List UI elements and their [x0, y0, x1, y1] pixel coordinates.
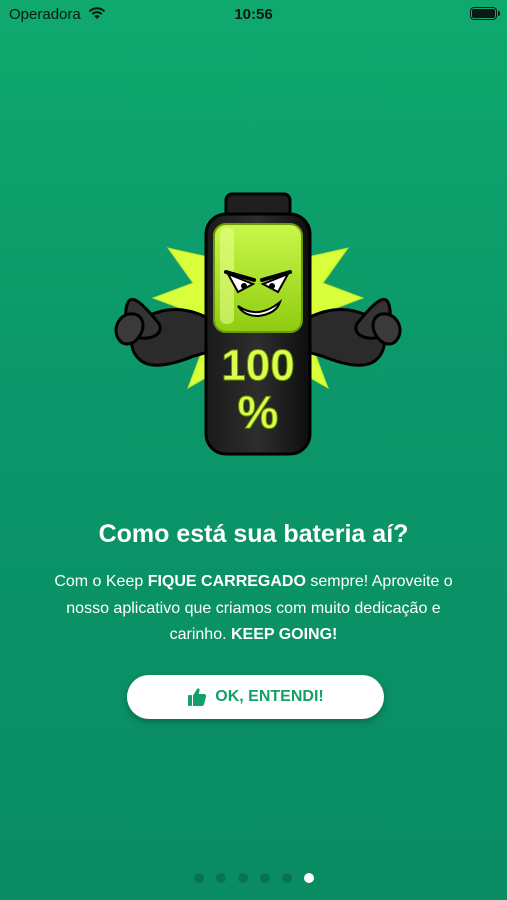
- status-time: 10:56: [234, 6, 273, 23]
- page-dot[interactable]: [237, 873, 248, 883]
- battery-icon: [470, 7, 500, 20]
- desc-text-1: Com o Keep: [54, 573, 148, 590]
- ok-understood-label: OK, ENTENDI!: [215, 688, 324, 705]
- battery-percent-sign: %: [238, 386, 279, 438]
- page-dot[interactable]: [215, 873, 226, 883]
- status-bar: Operadora 10:56: [0, 0, 507, 30]
- ok-understood-button[interactable]: OK, ENTENDI!: [127, 675, 384, 719]
- page-title: Como está sua bateria aí?: [98, 520, 409, 548]
- page-dot[interactable]: [259, 873, 270, 883]
- page-dot-active[interactable]: [303, 873, 314, 883]
- page-dot[interactable]: [281, 873, 292, 883]
- page-indicator: [0, 873, 507, 883]
- thumbs-up-icon: [187, 687, 207, 707]
- onboarding-screen: Operadora 10:56 100 % Como está sua bate…: [0, 0, 507, 900]
- desc-bold-2: KEEP GOING!: [230, 626, 338, 643]
- battery-percent-number: 100: [221, 341, 294, 390]
- desc-bold-1: FIQUE CARREGADO: [147, 573, 306, 590]
- page-dot[interactable]: [193, 873, 204, 883]
- strong-battery-mascot-icon: 100 %: [108, 188, 408, 463]
- description: Com o Keep FIQUE CARREGADO sempre! Aprov…: [48, 569, 459, 649]
